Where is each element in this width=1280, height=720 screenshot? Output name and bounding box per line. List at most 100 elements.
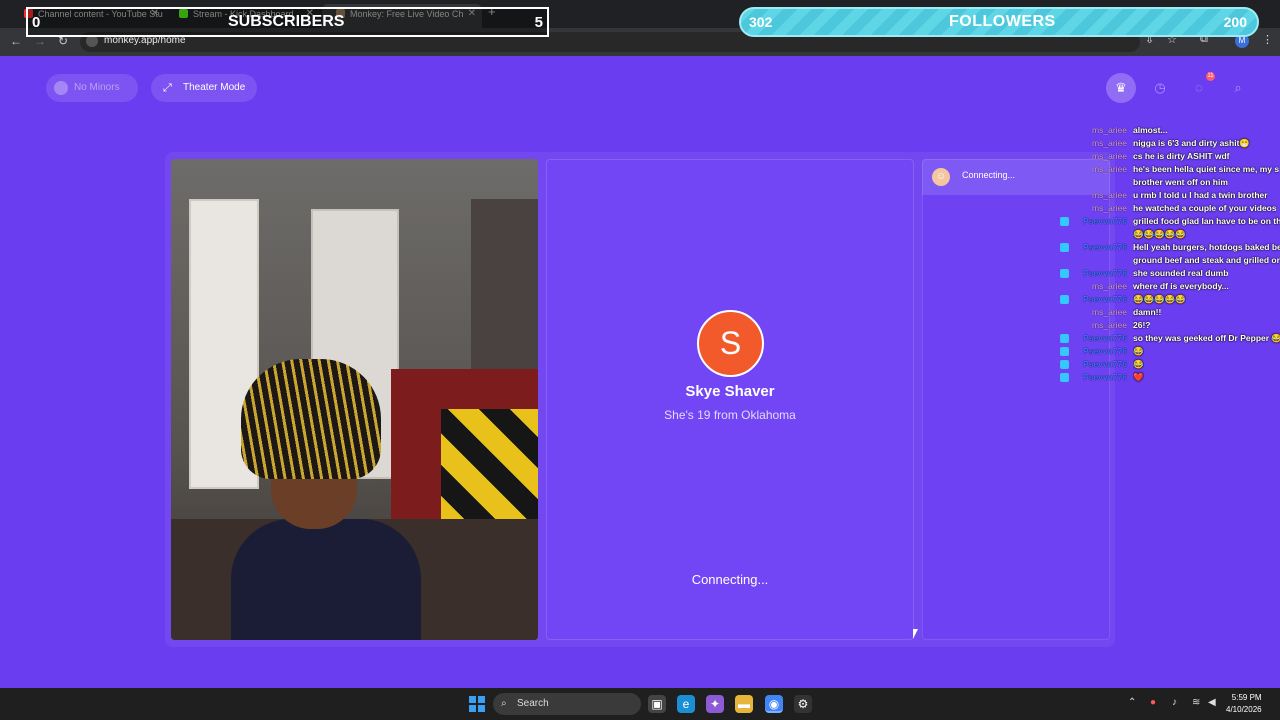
- chat-line: 😂😂😂😂😂: [1060, 228, 1280, 241]
- chat-username[interactable]: ms_ariee: [1071, 280, 1127, 293]
- chat-username[interactable]: [1071, 176, 1127, 189]
- chat-line: ms_ariee he's been hella quiet since me, …: [1060, 163, 1280, 176]
- taskbar-search-label: Search: [517, 698, 549, 709]
- chat-message: cs he is dirty ASHIT wdf: [1133, 151, 1230, 161]
- edge-icon[interactable]: e: [677, 695, 695, 713]
- microphone-icon[interactable]: ♪: [1172, 697, 1177, 708]
- chat-message: he's been hella quiet since me, my s: [1133, 164, 1280, 174]
- task-view-icon[interactable]: ▣: [648, 695, 666, 713]
- side-status-text: Connecting...: [962, 170, 1016, 180]
- chat-message: he watched a couple of your videos: [1133, 203, 1277, 213]
- chat-badge-icon: [1060, 139, 1069, 148]
- chat-username[interactable]: ms_ariee: [1071, 319, 1127, 332]
- chat-badge-icon: [1060, 373, 1069, 382]
- tray-app-icon[interactable]: ●: [1150, 697, 1156, 708]
- taskbar-clock[interactable]: 5:59 PM 4/10/2026: [1226, 692, 1262, 716]
- chat-username[interactable]: Psevvn776: [1071, 358, 1127, 371]
- windows-taskbar: ⌕ Search ▣ e ✦ ▬ ◉ ⚙ ⌃ ● ♪ ≋ ◀ 5:59 PM 4…: [0, 688, 1280, 720]
- no-minors-toggle[interactable]: No Minors: [46, 74, 138, 102]
- subscribers-current: 0: [32, 14, 41, 31]
- chat-message: 😂: [1133, 346, 1144, 356]
- copilot-icon[interactable]: ✦: [706, 695, 724, 713]
- taskbar-search[interactable]: ⌕ Search: [493, 693, 641, 715]
- chat-message: she sounded real dumb: [1133, 268, 1229, 278]
- chat-username[interactable]: Psevvn776: [1071, 345, 1127, 358]
- chat-message: 😂😂😂😂😂: [1133, 229, 1186, 239]
- chat-username[interactable]: ms_ariee: [1071, 124, 1127, 137]
- chat-message: damn!!: [1133, 307, 1162, 317]
- remote-user-name: Skye Shaver: [685, 383, 775, 400]
- chat-badge-icon: [1060, 152, 1069, 161]
- chat-username[interactable]: ms_ariee: [1071, 306, 1127, 319]
- chat-username[interactable]: Psevvn776: [1071, 371, 1127, 384]
- volume-icon[interactable]: ◀: [1208, 697, 1216, 708]
- windows-start-icon[interactable]: [469, 696, 485, 712]
- chat-message: almost...: [1133, 125, 1168, 135]
- mouse-cursor-icon: [913, 629, 918, 639]
- expand-icon: ⤢: [163, 82, 172, 94]
- chat-username[interactable]: Psevvn776: [1071, 267, 1127, 280]
- chat-line: brother went off on him: [1060, 176, 1280, 189]
- app-icon[interactable]: ⚙: [794, 695, 812, 713]
- chat-message: u rmb I told u I had a twin brother: [1133, 190, 1268, 200]
- chat-username[interactable]: ms_ariee: [1071, 137, 1127, 150]
- chat-line: ms_ariee u rmb I told u I had a twin brot…: [1060, 189, 1280, 202]
- chat-message: nigga is 6'3 and dirty ashit😁: [1133, 138, 1250, 148]
- subscribers-title: SUBSCRIBERS: [228, 13, 345, 30]
- person-body: [231, 519, 421, 640]
- followers-goal: 200: [1223, 14, 1247, 30]
- chat-username[interactable]: ms_ariee: [1071, 189, 1127, 202]
- chat-username[interactable]: Psevvn776: [1071, 215, 1127, 228]
- tray-chevron-icon[interactable]: ⌃: [1128, 697, 1136, 708]
- subscribers-overlay: 0 SUBSCRIBERS 5: [26, 7, 549, 37]
- chat-badge-icon: [1060, 347, 1069, 356]
- chat-line: Psevvn776 grilled food glad Ian have to b…: [1060, 215, 1280, 228]
- chat-line: ms_ariee almost...: [1060, 124, 1280, 137]
- chat-line: ms_ariee damn!!: [1060, 306, 1280, 319]
- chat-line: Psevvn776 so they was geeked off Dr Peppe…: [1060, 332, 1280, 345]
- followers-title: FOLLOWERS: [949, 13, 1056, 30]
- wifi-icon[interactable]: ≋: [1192, 697, 1200, 708]
- chrome-icon[interactable]: ◉: [765, 695, 783, 713]
- chat-username[interactable]: ms_ariee: [1071, 150, 1127, 163]
- chat-line: Psevvn776 she sounded real dumb: [1060, 267, 1280, 280]
- chat-badge-icon: [1060, 126, 1069, 135]
- toggle-icon: [54, 81, 68, 95]
- chat-badge-icon: [1060, 217, 1069, 226]
- chat-username[interactable]: [1071, 254, 1127, 267]
- chat-badge-icon: [1060, 308, 1069, 317]
- chat-message: 😂😂😂😂😂: [1133, 294, 1186, 304]
- crown-button[interactable]: ♛: [1106, 73, 1136, 103]
- search-button[interactable]: ⌕: [1223, 73, 1253, 103]
- notification-badge: 11: [1206, 72, 1215, 81]
- back-icon[interactable]: ←: [10, 34, 22, 48]
- chat-badge-icon: [1060, 230, 1069, 239]
- file-explorer-icon[interactable]: ▬: [735, 695, 753, 713]
- chat-badge-icon: [1060, 165, 1069, 174]
- theater-mode-label: Theater Mode: [183, 82, 246, 93]
- chat-badge-icon: [1060, 243, 1069, 252]
- chat-username[interactable]: Psevvn776: [1071, 332, 1127, 345]
- clock-date: 4/10/2026: [1226, 705, 1262, 714]
- chat-line: ms_ariee where df is everybody...: [1060, 280, 1280, 293]
- chat-line: Psevvn776 😂: [1060, 345, 1280, 358]
- chat-username[interactable]: Psevvn776: [1071, 241, 1127, 254]
- chat-badge-icon: [1060, 191, 1069, 200]
- theater-mode-button[interactable]: ⤢ Theater Mode: [151, 74, 257, 102]
- chat-badge-icon: [1060, 360, 1069, 369]
- chat-username[interactable]: ms_ariee: [1071, 202, 1127, 215]
- chat-message: 😂: [1133, 359, 1144, 369]
- chat-username[interactable]: Psevvn776: [1071, 293, 1127, 306]
- chat-message: brother went off on him: [1133, 177, 1228, 187]
- history-button[interactable]: ◷: [1145, 73, 1175, 103]
- chat-message: 26!?: [1133, 320, 1151, 330]
- chat-username[interactable]: ms_ariee: [1071, 163, 1127, 176]
- chat-line: Psevvn776 Hell yeah burgers, hotdogs bake…: [1060, 241, 1280, 254]
- chat-badge-icon: [1060, 321, 1069, 330]
- self-video: [171, 159, 538, 640]
- chat-badge-icon: [1060, 282, 1069, 291]
- menu-dots-icon[interactable]: ⋮: [1262, 33, 1273, 46]
- chat-username[interactable]: [1071, 228, 1127, 241]
- video-person: [201, 279, 441, 640]
- chat-line: ms_ariee nigga is 6'3 and dirty ashit😁: [1060, 137, 1280, 150]
